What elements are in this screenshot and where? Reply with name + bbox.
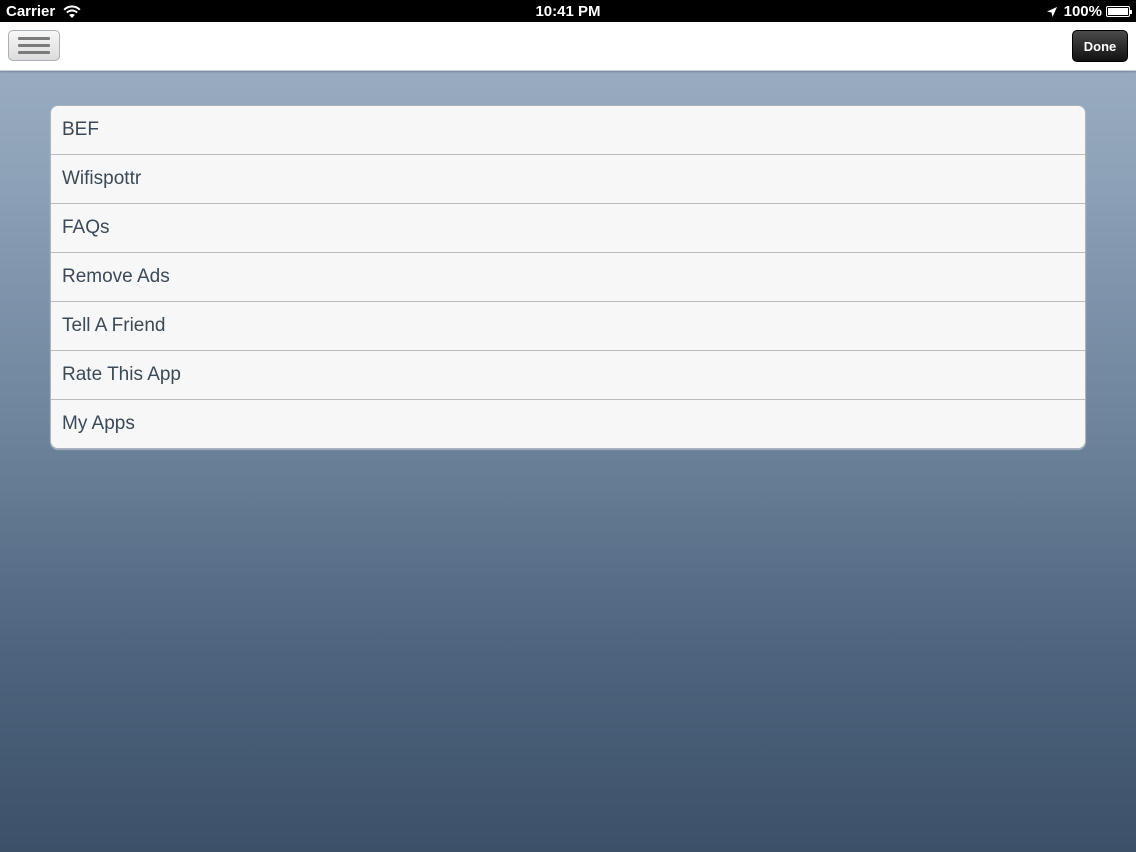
status-time: 10:41 PM (535, 3, 601, 20)
hamburger-menu-icon-line (18, 44, 50, 47)
app-screen: Carrier 10:41 PM 100% Done BEF Wifispott… (0, 0, 1136, 852)
menu-item-my-apps[interactable]: My Apps (51, 400, 1085, 448)
battery-percent: 100% (1063, 3, 1102, 20)
menu-item-tell-a-friend[interactable]: Tell A Friend (51, 302, 1085, 351)
menu-item-remove-ads[interactable]: Remove Ads (51, 253, 1085, 302)
status-bar: Carrier 10:41 PM 100% (0, 0, 1136, 22)
hamburger-menu-icon (18, 37, 50, 40)
battery-icon (1106, 6, 1132, 17)
menu-table: BEF Wifispottr FAQs Remove Ads Tell A Fr… (50, 105, 1086, 449)
done-button[interactable]: Done (1072, 30, 1128, 62)
menu-button[interactable] (8, 30, 60, 61)
status-right: 100% (1046, 3, 1132, 20)
menu-item-faqs[interactable]: FAQs (51, 204, 1085, 253)
menu-item-rate-this-app[interactable]: Rate This App (51, 351, 1085, 400)
hamburger-menu-icon-line (18, 51, 50, 54)
menu-item-bef[interactable]: BEF (51, 106, 1085, 155)
location-arrow-icon (1046, 6, 1057, 17)
navigation-bar: Done (0, 22, 1136, 71)
menu-item-wifispottr[interactable]: Wifispottr (51, 155, 1085, 204)
